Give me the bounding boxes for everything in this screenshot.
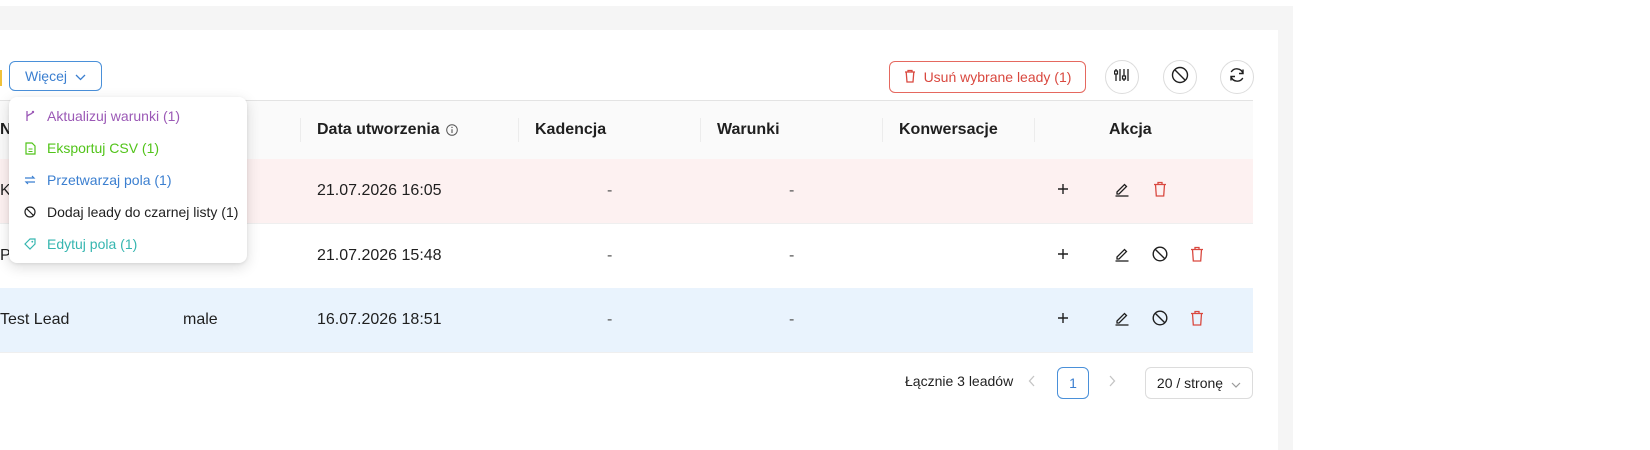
trash-icon [904, 69, 916, 86]
cell-cadence: - [607, 182, 613, 199]
refresh-icon [1228, 66, 1246, 89]
edit-button[interactable] [1112, 246, 1132, 266]
cell-created: 21.07.2026 16:05 [317, 182, 442, 199]
table-row[interactable]: Test Lead male 16.07.2026 18:51 - - [0, 288, 1253, 353]
menu-item-label: Dodaj leady do czarnej listy (1) [47, 204, 239, 220]
block-icon [23, 205, 37, 219]
menu-item-label: Przetwarzaj pola (1) [47, 172, 172, 188]
delete-button[interactable] [1187, 310, 1207, 330]
trash-icon [1190, 246, 1204, 267]
chevron-left-icon [1028, 374, 1036, 390]
trash-icon [1153, 181, 1167, 202]
file-export-icon [23, 141, 37, 155]
sliders-icon [1113, 68, 1130, 87]
menu-item-update-conditions[interactable]: Aktualizuj warunki (1) [23, 106, 180, 126]
info-icon [445, 124, 458, 136]
edit-button[interactable] [1112, 181, 1132, 201]
menu-item-label: Aktualizuj warunki (1) [47, 108, 181, 124]
block-icon [1152, 245, 1168, 267]
column-header-created[interactable]: Data utworzenia [317, 101, 458, 159]
tag-icon [23, 237, 37, 251]
refresh-button[interactable] [1220, 60, 1254, 94]
column-header-cadence[interactable]: Kadencja [535, 101, 606, 159]
trash-icon [1190, 310, 1204, 331]
cell-conditions: - [789, 311, 795, 328]
cell-conditions: - [789, 182, 795, 199]
cell-created: 21.07.2026 15:48 [317, 247, 442, 264]
cell-cadence: - [607, 247, 613, 264]
blacklist-button[interactable] [1163, 60, 1197, 94]
chevron-right-icon [1108, 374, 1116, 390]
block-icon [1171, 66, 1189, 89]
menu-item-process-fields[interactable]: Przetwarzaj pola (1) [23, 170, 172, 190]
swap-icon [23, 173, 37, 187]
more-actions-button[interactable]: Więcej [9, 61, 102, 91]
block-icon [1152, 309, 1168, 331]
delete-button[interactable] [1187, 246, 1207, 266]
pencil-icon [1114, 181, 1130, 202]
more-actions-dropdown: Aktualizuj warunki (1) Eksportuj CSV (1)… [9, 97, 247, 263]
pencil-icon [1114, 246, 1130, 267]
cell-created: 16.07.2026 18:51 [317, 311, 442, 328]
add-conversation-button[interactable] [1053, 246, 1073, 266]
cell-cadence: - [607, 311, 613, 328]
delete-selected-label: Usuń wybrane leady (1) [923, 69, 1072, 85]
column-divider [518, 118, 519, 142]
cell-conditions: - [789, 247, 795, 264]
edit-button[interactable] [1112, 310, 1132, 330]
blacklist-lead-button[interactable] [1150, 245, 1170, 267]
chevron-down-icon [75, 68, 86, 84]
column-divider [882, 118, 883, 142]
pencil-icon [1114, 310, 1130, 331]
menu-item-label: Eksportuj CSV (1) [47, 140, 160, 156]
page-size-select[interactable]: 20 / stronę [1145, 367, 1253, 399]
column-divider [300, 118, 301, 142]
menu-item-add-to-blacklist[interactable]: Dodaj leady do czarnej listy (1) [23, 202, 238, 222]
page-number-button[interactable]: 1 [1057, 367, 1089, 399]
menu-item-label: Edytuj pola (1) [47, 236, 138, 252]
edge-indicator [0, 70, 2, 86]
column-divider [700, 118, 701, 142]
column-divider [1034, 118, 1035, 142]
next-page-button[interactable] [1108, 374, 1116, 390]
blacklist-lead-button[interactable] [1150, 309, 1170, 331]
more-actions-label: Więcej [24, 68, 67, 84]
column-header-conditions[interactable]: Warunki [717, 101, 780, 159]
menu-item-export-csv[interactable]: Eksportuj CSV (1) [23, 138, 159, 158]
add-conversation-button[interactable] [1053, 181, 1073, 201]
plus-icon [1057, 311, 1069, 329]
menu-item-edit-fields[interactable]: Edytuj pola (1) [23, 234, 137, 254]
pagination-total: Łącznie 3 leadów [905, 373, 1014, 389]
plus-icon [1057, 182, 1069, 200]
prev-page-button[interactable] [1028, 374, 1036, 390]
cell-name: Test Lead [0, 311, 70, 328]
plus-icon [1057, 247, 1069, 265]
cell-gender: male [183, 311, 218, 328]
branch-icon [23, 109, 37, 123]
chevron-down-icon [1231, 375, 1241, 391]
column-header-conversations[interactable]: Konwersacje [899, 101, 998, 159]
column-settings-button[interactable] [1105, 60, 1139, 94]
column-header-action: Akcja [1109, 121, 1152, 138]
page-size-label: 20 / stronę [1156, 375, 1224, 391]
delete-button[interactable] [1150, 181, 1170, 201]
delete-selected-button[interactable]: Usuń wybrane leady (1) [889, 61, 1086, 93]
column-header-created-label: Data utworzenia [317, 121, 440, 138]
add-conversation-button[interactable] [1053, 310, 1073, 330]
